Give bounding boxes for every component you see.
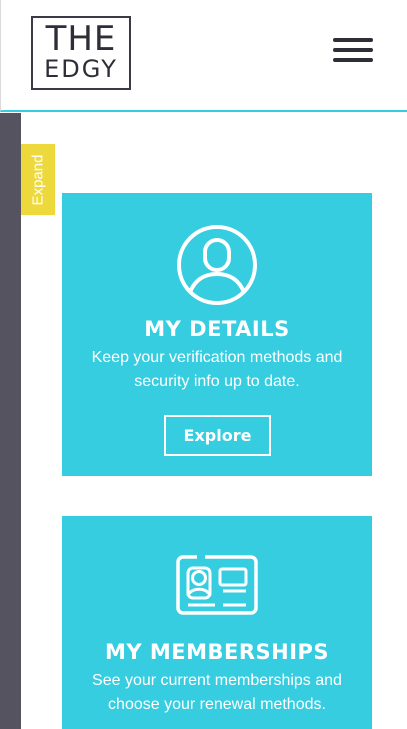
card-title: MY MEMBERSHIPS <box>104 640 330 664</box>
hamburger-menu-icon[interactable] <box>331 36 373 64</box>
expand-label: Expand <box>29 154 47 205</box>
logo-text-line2: EDGY <box>44 55 118 83</box>
card-description: See your current memberships and choose … <box>92 672 342 713</box>
user-circle-icon <box>177 225 257 305</box>
my-details-card: MY DETAILS Keep your verification method… <box>62 193 372 476</box>
id-card-icon <box>176 555 258 615</box>
logo-text-line1: THE <box>45 19 117 59</box>
expand-tab[interactable]: Expand <box>21 144 55 215</box>
side-panel-rail <box>0 113 21 729</box>
my-memberships-card: MY MEMBERSHIPS See your current membersh… <box>62 516 372 729</box>
explore-button[interactable]: Explore <box>164 415 271 456</box>
brand-logo[interactable]: THE EDGY <box>31 16 131 90</box>
card-title: MY DETAILS <box>144 317 290 341</box>
menu-bar <box>333 58 373 62</box>
site-header: THE EDGY <box>0 0 407 112</box>
menu-bar <box>333 38 373 42</box>
menu-bar <box>333 48 373 52</box>
card-description: Keep your verification methods and secur… <box>91 349 343 390</box>
